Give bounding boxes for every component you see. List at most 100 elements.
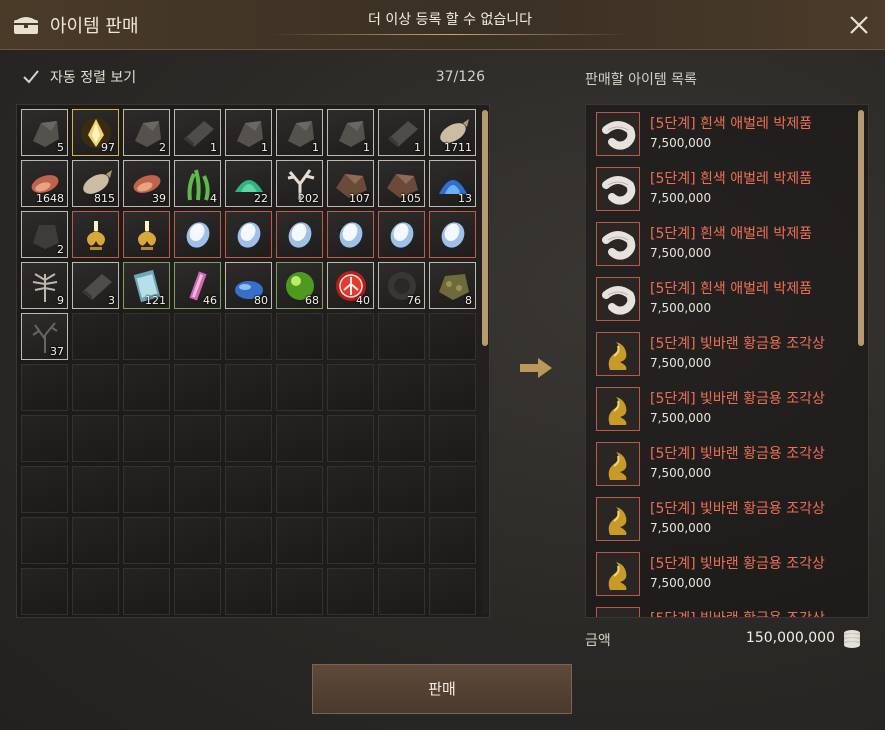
inventory-slot[interactable]	[378, 364, 425, 411]
inventory-slot[interactable]	[225, 364, 272, 411]
inventory-slot[interactable]	[174, 211, 221, 258]
inventory-slot[interactable]: 1	[174, 109, 221, 156]
inventory-slot[interactable]	[276, 568, 323, 615]
inventory-slot[interactable]	[174, 517, 221, 564]
inventory-slot[interactable]	[327, 313, 374, 360]
inventory-slot[interactable]	[174, 415, 221, 462]
inventory-slot[interactable]: 1	[225, 109, 272, 156]
inventory-slot[interactable]: 105	[378, 160, 425, 207]
sell-button[interactable]: 판매	[312, 664, 572, 714]
inventory-slot[interactable]	[123, 466, 170, 513]
inventory-slot[interactable]	[123, 568, 170, 615]
inventory-slot[interactable]: 46	[174, 262, 221, 309]
inventory-slot[interactable]: 68	[276, 262, 323, 309]
inventory-slot[interactable]	[429, 364, 476, 411]
inventory-slot[interactable]	[72, 517, 119, 564]
inventory-slot[interactable]: 1648	[21, 160, 68, 207]
sell-list-scrollbar[interactable]	[858, 110, 864, 346]
inventory-slot[interactable]	[225, 211, 272, 258]
inventory-slot[interactable]	[327, 415, 374, 462]
inventory-slot[interactable]	[276, 415, 323, 462]
sell-list-item[interactable]: [5단계] 빛바랜 황금용 조각상 7,500,000	[594, 328, 854, 378]
inventory-slot[interactable]: 76	[378, 262, 425, 309]
inventory-slot[interactable]	[72, 313, 119, 360]
auto-sort-toggle[interactable]: 자동 정렬 보기	[22, 66, 136, 88]
inventory-slot[interactable]	[21, 466, 68, 513]
inventory-slot[interactable]	[225, 517, 272, 564]
inventory-slot[interactable]	[123, 211, 170, 258]
inventory-slot[interactable]	[378, 211, 425, 258]
inventory-slot[interactable]: 1	[378, 109, 425, 156]
inventory-slot[interactable]: 97	[72, 109, 119, 156]
inventory-slot[interactable]	[429, 313, 476, 360]
inventory-slot[interactable]: 5	[21, 109, 68, 156]
inventory-slot[interactable]	[123, 313, 170, 360]
inventory-slot[interactable]	[123, 415, 170, 462]
inventory-slot[interactable]: 815	[72, 160, 119, 207]
sell-list-item[interactable]: [5단계] 빛바랜 황금용 조각상 7,500,000	[594, 438, 854, 488]
inventory-slot[interactable]: 121	[123, 262, 170, 309]
inventory-slot[interactable]: 80	[225, 262, 272, 309]
sell-list-item[interactable]: [5단계] 흰색 애벌레 박제품 7,500,000	[594, 108, 854, 158]
inventory-slot[interactable]	[21, 568, 68, 615]
inventory-slot[interactable]	[72, 568, 119, 615]
sell-list-item[interactable]: [5단계] 흰색 애벌레 박제품 7,500,000	[594, 163, 854, 213]
inventory-slot[interactable]	[276, 211, 323, 258]
inventory-slot[interactable]	[21, 517, 68, 564]
inventory-slot[interactable]	[327, 211, 374, 258]
inventory-slot[interactable]: 1	[327, 109, 374, 156]
inventory-slot[interactable]	[429, 211, 476, 258]
inventory-slot[interactable]	[225, 313, 272, 360]
inventory-slot[interactable]	[378, 466, 425, 513]
inventory-slot[interactable]	[429, 415, 476, 462]
inventory-slot[interactable]	[276, 313, 323, 360]
inventory-slot[interactable]	[327, 364, 374, 411]
inventory-slot[interactable]	[225, 466, 272, 513]
inventory-slot[interactable]	[21, 415, 68, 462]
inventory-slot[interactable]: 1711	[429, 109, 476, 156]
inventory-slot[interactable]	[429, 517, 476, 564]
inventory-slot[interactable]: 2	[21, 211, 68, 258]
inventory-slot[interactable]	[225, 415, 272, 462]
inventory-slot[interactable]	[72, 415, 119, 462]
inventory-slot[interactable]	[378, 415, 425, 462]
inventory-slot[interactable]: 13	[429, 160, 476, 207]
inventory-slot[interactable]	[327, 568, 374, 615]
inventory-slot[interactable]: 4	[174, 160, 221, 207]
sell-list-item[interactable]: [5단계] 흰색 애벌레 박제품 7,500,000	[594, 218, 854, 268]
close-icon[interactable]	[848, 14, 870, 36]
sell-list-item[interactable]: [5단계] 빛바랜 황금용 조각상 7,500,000	[594, 548, 854, 598]
inventory-slot[interactable]: 202	[276, 160, 323, 207]
inventory-slot[interactable]	[378, 568, 425, 615]
inventory-slot[interactable]	[123, 364, 170, 411]
inventory-slot[interactable]	[378, 517, 425, 564]
inventory-slot[interactable]	[276, 364, 323, 411]
inventory-slot[interactable]: 40	[327, 262, 374, 309]
sell-list-item[interactable]: [5단계] 빛바랜 황금용 조각상 7,500,000	[594, 383, 854, 433]
inventory-slot[interactable]	[225, 568, 272, 615]
sell-list-item[interactable]: [5단계] 빛바랜 황금용 조각상 7,500,000	[594, 493, 854, 543]
inventory-slot[interactable]	[174, 364, 221, 411]
inventory-slot[interactable]	[72, 364, 119, 411]
inventory-slot[interactable]	[174, 466, 221, 513]
inventory-slot[interactable]: 37	[21, 313, 68, 360]
inventory-slot[interactable]: 8	[429, 262, 476, 309]
inventory-slot[interactable]: 2	[123, 109, 170, 156]
inventory-slot[interactable]	[378, 313, 425, 360]
inventory-scrollbar[interactable]	[482, 110, 488, 346]
inventory-slot[interactable]	[429, 568, 476, 615]
inventory-slot[interactable]: 9	[21, 262, 68, 309]
inventory-slot[interactable]	[174, 313, 221, 360]
inventory-slot[interactable]: 1	[276, 109, 323, 156]
inventory-slot[interactable]	[123, 517, 170, 564]
inventory-slot[interactable]	[276, 517, 323, 564]
inventory-slot[interactable]	[72, 466, 119, 513]
sell-list-item[interactable]: [5단계] 빛바랜 황금용 조각상	[594, 603, 854, 617]
inventory-slot[interactable]	[429, 466, 476, 513]
inventory-slot[interactable]: 22	[225, 160, 272, 207]
inventory-slot[interactable]	[327, 466, 374, 513]
inventory-slot[interactable]: 107	[327, 160, 374, 207]
inventory-slot[interactable]	[72, 211, 119, 258]
inventory-slot[interactable]	[276, 466, 323, 513]
inventory-slot[interactable]	[21, 364, 68, 411]
